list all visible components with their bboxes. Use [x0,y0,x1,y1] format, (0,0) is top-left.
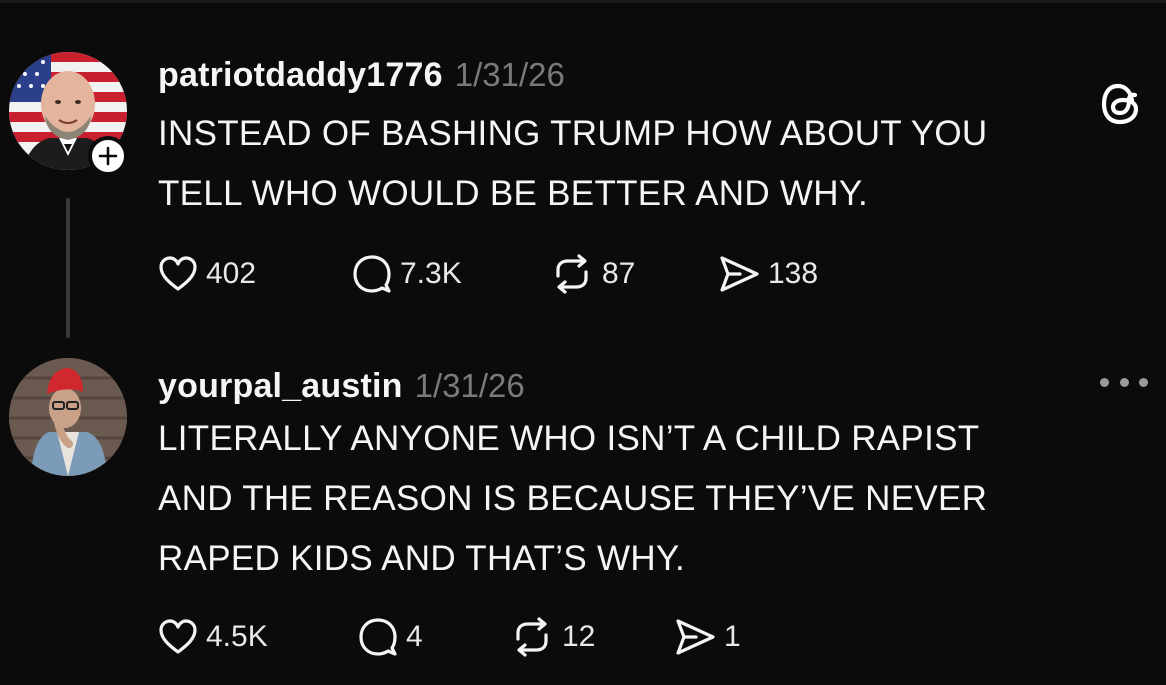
comment-icon [353,255,391,293]
post-2: yourpal_austin 1/31/26 LITERALLY ANYONE … [0,345,1166,685]
send-icon [720,256,759,292]
comment-icon [359,618,397,656]
share-count: 1 [724,620,741,653]
repost-icon [556,254,588,294]
send-icon [676,619,715,655]
repost-icon [516,617,548,657]
username[interactable]: yourpal_austin [158,367,403,406]
like-button[interactable]: 402 [158,252,256,296]
repost-button[interactable]: 12 [510,615,595,659]
like-count: 4.5K [206,620,268,653]
reply-count: 7.3K [400,257,462,290]
more-dot [1119,377,1129,387]
more-options-icon[interactable] [1100,375,1148,389]
reply-count: 4 [406,620,423,653]
share-count: 138 [768,257,819,290]
follow-button[interactable] [88,136,128,176]
share-button[interactable]: 1 [674,615,741,659]
post-header: yourpal_austin 1/31/26 [158,367,525,406]
post-1: patriotdaddy1776 1/31/26 INSTEAD OF BASH… [0,0,1166,345]
username[interactable]: patriotdaddy1776 [158,56,443,95]
heart-icon [159,256,197,291]
post-text-line: INSTEAD OF BASHING TRUMP HOW ABOUT YOU [158,114,988,153]
post-body: LITERALLY ANYONE WHO ISN’T A CHILD RAPIS… [158,409,987,589]
plus-icon [98,146,118,166]
like-button[interactable]: 4.5K [158,615,268,659]
threads-logo-icon[interactable] [1098,78,1146,130]
reply-button[interactable]: 4 [358,615,423,659]
like-count: 402 [206,257,257,290]
reply-button[interactable]: 7.3K [352,252,462,296]
post-header: patriotdaddy1776 1/31/26 [158,56,565,95]
repost-button[interactable]: 87 [550,252,635,296]
more-dot [1100,377,1109,387]
post-date: 1/31/26 [454,56,565,93]
post-text-line: LITERALLY ANYONE WHO ISN’T A CHILD RAPIS… [158,419,980,458]
repost-count: 12 [562,620,596,653]
heart-icon [159,619,197,654]
thread-connector-line [66,198,70,338]
repost-count: 87 [602,257,636,290]
avatar-yourpal_austin[interactable] [9,358,127,476]
post-text-line: RAPED KIDS AND THAT’S WHY. [158,539,686,578]
post-date: 1/31/26 [414,367,525,404]
post-body: INSTEAD OF BASHING TRUMP HOW ABOUT YOU T… [158,104,988,224]
share-button[interactable]: 138 [718,252,818,296]
post-text-line: AND THE REASON IS BECAUSE THEY’VE NEVER [158,479,988,518]
more-dot [1139,377,1148,387]
post-text-line: TELL WHO WOULD BE BETTER AND WHY. [158,174,869,213]
